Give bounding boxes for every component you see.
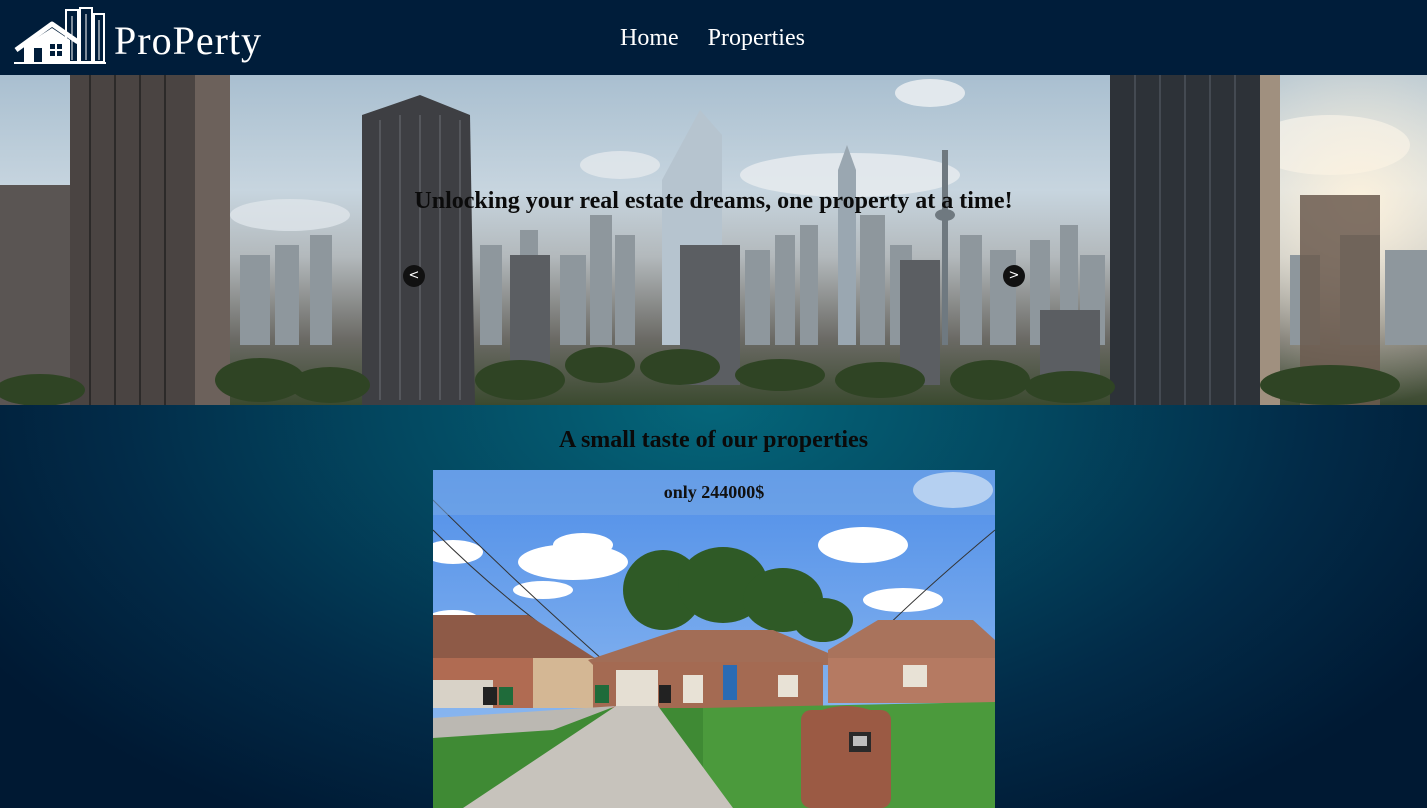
nav-link-home[interactable]: Home — [620, 22, 679, 54]
hero-tagline: Unlocking your real estate dreams, one p… — [414, 188, 1013, 214]
property-showcase: A small taste of our properties only 244… — [0, 405, 1427, 808]
navbar: ProPerty Home Properties — [0, 0, 1427, 75]
carousel-prev-button[interactable]: < — [403, 265, 425, 287]
price-banner: only 244000$ — [433, 470, 995, 515]
city-skyline-image — [0, 75, 1427, 405]
property-carousel[interactable]: only 244000$ — [433, 470, 995, 808]
hero-banner: Unlocking your real estate dreams, one p… — [0, 75, 1427, 405]
price-label: only 244000$ — [663, 482, 765, 502]
carousel-next-button[interactable]: > — [1003, 265, 1025, 287]
nav-link-properties[interactable]: Properties — [708, 22, 805, 54]
property-photo[interactable] — [433, 470, 995, 808]
section-title: A small taste of our properties — [558, 427, 869, 453]
main-nav: Home Properties — [620, 22, 805, 54]
brand-name[interactable]: ProPerty — [114, 16, 262, 66]
house-buildings-logo-icon[interactable] — [14, 6, 106, 66]
